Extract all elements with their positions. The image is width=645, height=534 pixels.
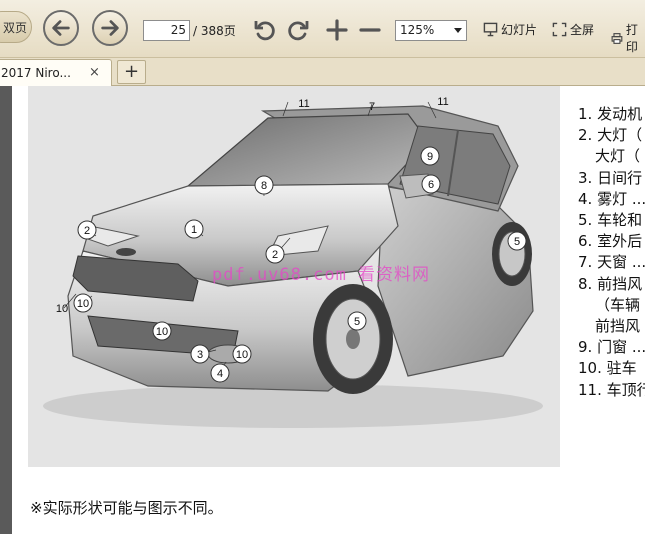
minus-icon bbox=[359, 28, 381, 32]
fullscreen-label: 全屏 bbox=[570, 23, 595, 37]
legend-item: （车辆 bbox=[595, 295, 641, 314]
fullscreen-button[interactable]: 全屏 bbox=[552, 21, 594, 38]
page-number-input[interactable]: 25 bbox=[143, 20, 190, 41]
fullscreen-icon bbox=[552, 22, 567, 37]
slideshow-label: 幻灯片 bbox=[501, 23, 538, 37]
rotate-ccw-icon bbox=[254, 21, 275, 41]
rotate-cw-icon bbox=[288, 21, 309, 41]
print-label: 打印 bbox=[625, 23, 638, 54]
legend-item: 1. 发动机 bbox=[578, 105, 643, 123]
parts-legend: 1. 发动机 2. 大灯（ 大灯（ 3. 日间行 4. 雾灯 ... 5. 车轮… bbox=[578, 104, 645, 401]
rotate-left-button[interactable] bbox=[251, 15, 279, 45]
legend-item: 11. 车顶行 bbox=[578, 380, 645, 399]
next-page-button[interactable] bbox=[92, 10, 128, 46]
print-button[interactable]: 打印 bbox=[611, 21, 645, 55]
tab-bar: 2017 Niro... × + bbox=[0, 58, 645, 86]
callout-10b: 10 bbox=[56, 303, 68, 315]
legend-item: 2. 大灯（ bbox=[578, 126, 643, 145]
zoom-in-button[interactable] bbox=[323, 15, 351, 45]
arrow-right-icon bbox=[101, 20, 119, 36]
callout-10a: 10 bbox=[77, 298, 89, 310]
legend-item: 大灯（ bbox=[595, 147, 641, 166]
callout-1: 1 bbox=[191, 224, 197, 236]
legend-item: 前挡风 bbox=[595, 317, 641, 336]
legend-item: 7. 天窗 ... bbox=[578, 253, 645, 272]
legend-item: 4. 雾灯 ... bbox=[578, 189, 645, 208]
zoom-level-select[interactable]: 125% bbox=[395, 20, 467, 41]
callout-10d: 10 bbox=[236, 349, 248, 361]
rotate-right-button[interactable] bbox=[284, 15, 312, 45]
callout-7: 7 bbox=[369, 101, 375, 113]
legend-item: 10. 驻车 bbox=[578, 359, 637, 378]
page-total-label: / 388页 bbox=[193, 24, 236, 38]
document-page: 11 7 11 9 6 8 2 1 2 5 10 10 10 5 3 10 4 … bbox=[12, 86, 645, 534]
legend-item: 3. 日间行 bbox=[578, 168, 643, 187]
page-number-value: 25 bbox=[170, 23, 186, 37]
callout-8: 8 bbox=[261, 180, 267, 192]
slideshow-icon bbox=[483, 22, 498, 37]
arrow-left-icon bbox=[52, 20, 70, 36]
callout-6: 6 bbox=[428, 179, 434, 191]
legend-item: 9. 门窗 ... bbox=[578, 338, 645, 357]
callout-11b: 11 bbox=[437, 96, 448, 108]
callout-9: 9 bbox=[427, 151, 433, 163]
legend-item: 6. 室外后 bbox=[578, 232, 643, 251]
tab-title: 2017 Niro... bbox=[1, 66, 71, 80]
document-viewer[interactable]: 11 7 11 9 6 8 2 1 2 5 10 10 10 5 3 10 4 … bbox=[0, 86, 645, 534]
close-icon[interactable]: × bbox=[89, 65, 100, 80]
zoom-level-value: 125% bbox=[400, 23, 435, 37]
callout-10c: 10 bbox=[156, 326, 168, 338]
new-tab-button[interactable]: + bbox=[117, 60, 146, 84]
toolbar: 双页 25 / 388页 125% 幻灯片 全屏 打印 bbox=[0, 0, 645, 58]
car-exterior-figure: 11 7 11 9 6 8 2 1 2 5 10 10 10 5 3 10 4 … bbox=[28, 86, 560, 467]
tab-document[interactable]: 2017 Niro... × bbox=[0, 59, 112, 86]
callout-4: 4 bbox=[217, 368, 223, 380]
slideshow-button[interactable]: 幻灯片 bbox=[483, 21, 537, 38]
callout-5b: 5 bbox=[354, 316, 360, 328]
footnote: ※实际形状可能与图示不同。 bbox=[30, 499, 223, 517]
watermark: pdf.uv68.com 看资料网 bbox=[212, 265, 431, 285]
printer-icon bbox=[611, 32, 623, 44]
legend-item: 8. 前挡风 bbox=[578, 274, 643, 293]
dual-page-label: 双页 bbox=[2, 20, 27, 35]
callout-3: 3 bbox=[197, 349, 203, 361]
previous-page-button[interactable] bbox=[43, 10, 79, 46]
callout-5a: 5 bbox=[514, 236, 520, 248]
zoom-out-button[interactable] bbox=[356, 15, 384, 45]
legend-item: 5. 车轮和 bbox=[578, 211, 643, 230]
pdf-reader-window: 双页 25 / 388页 125% 幻灯片 全屏 打印 2017 Niro...… bbox=[0, 0, 645, 534]
dropdown-arrow-icon bbox=[454, 28, 462, 33]
callout-2a: 2 bbox=[84, 225, 90, 237]
dual-page-button[interactable]: 双页 bbox=[0, 11, 32, 43]
callout-11a: 11 bbox=[298, 98, 309, 110]
plus-icon bbox=[326, 19, 348, 41]
